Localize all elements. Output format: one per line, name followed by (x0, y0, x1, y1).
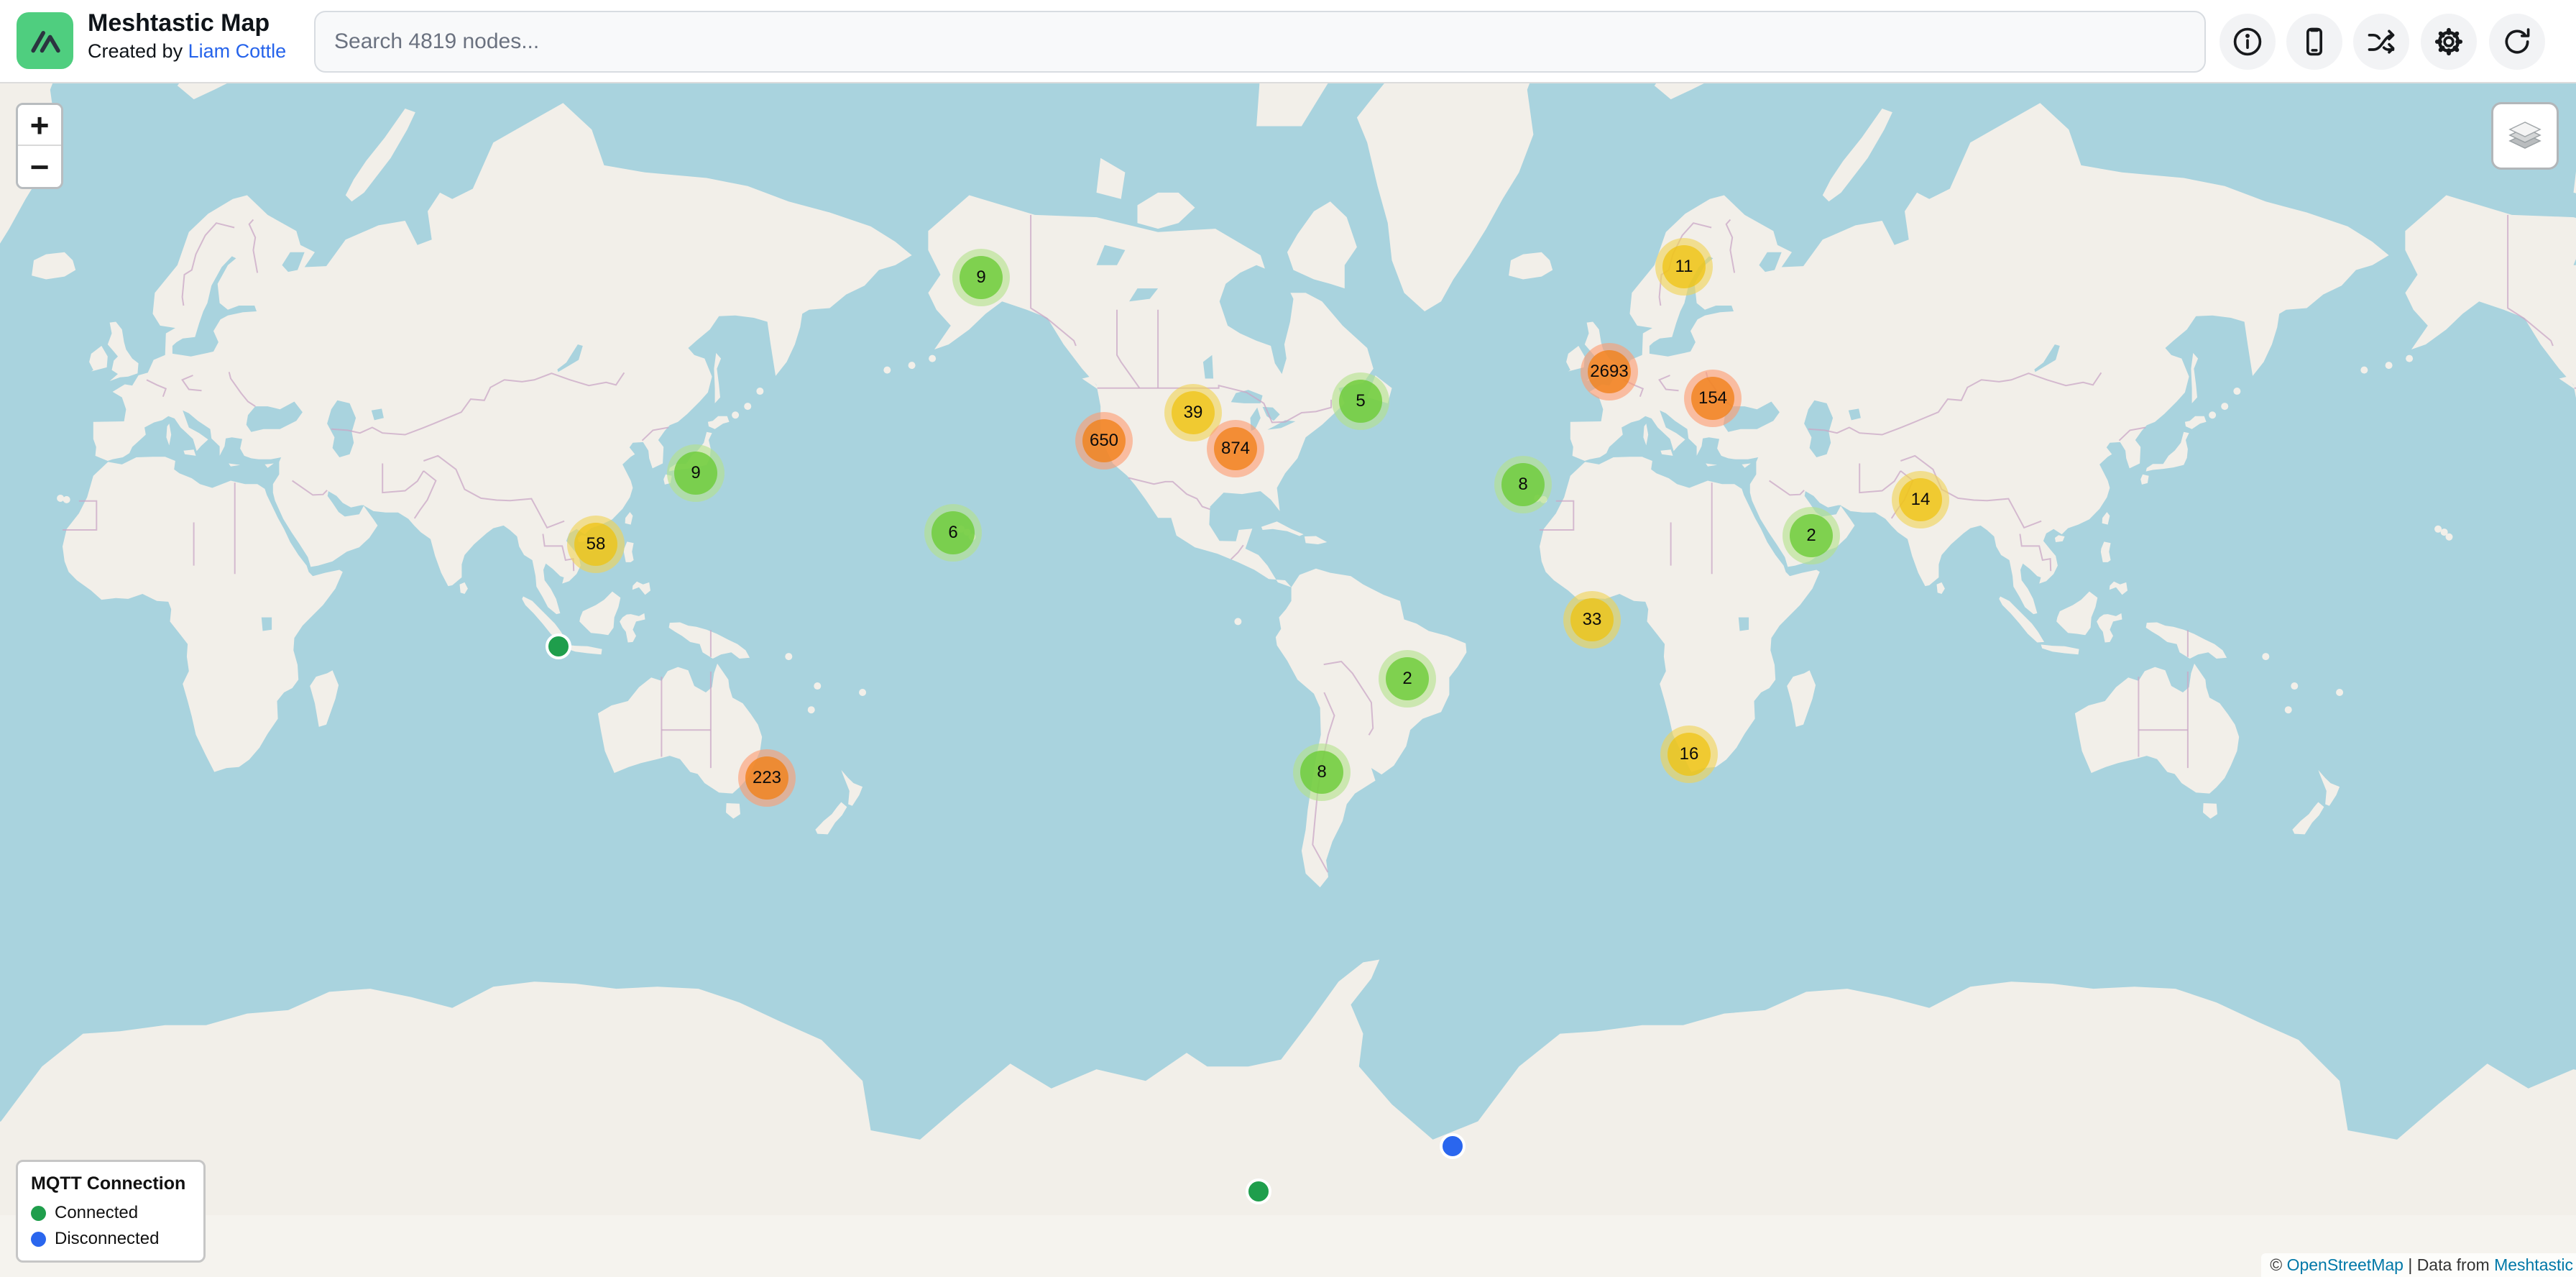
legend-label: Disconnected (55, 1229, 159, 1249)
cluster-count: 9 (674, 452, 717, 495)
cluster-count: 650 (1082, 419, 1126, 462)
settings-button[interactable] (2421, 14, 2477, 70)
gear-icon (2433, 26, 2465, 58)
search-input[interactable] (314, 11, 2206, 73)
cluster-marker[interactable]: 5 (1332, 372, 1389, 430)
layers-control-button[interactable] (2491, 102, 2559, 170)
cluster-marker[interactable]: 9 (667, 444, 724, 502)
byline: Created by Liam Cottle (88, 40, 286, 63)
map-attribution: © OpenStreetMap | Data from Meshtastic (2261, 1253, 2576, 1277)
cluster-count: 6 (932, 511, 975, 554)
legend-dot-icon (31, 1232, 46, 1247)
mobile-app-button[interactable] (2286, 14, 2342, 70)
cluster-marker[interactable]: 6 (924, 504, 982, 562)
byline-prefix: Created by (88, 40, 188, 62)
legend-dot-icon (31, 1206, 46, 1221)
openstreetmap-link[interactable]: OpenStreetMap (2287, 1255, 2404, 1274)
cluster-marker[interactable]: 11 (1655, 238, 1713, 296)
mqtt-connection-legend: MQTT Connection Connected Disconnected (16, 1160, 206, 1263)
legend-title: MQTT Connection (31, 1173, 190, 1194)
cluster-count: 14 (1899, 478, 1942, 521)
cluster-marker[interactable]: 2 (1782, 507, 1840, 564)
world-map[interactable]: 9 39 650 874 5 11 2693 154 8 2 14 9 58 6 33 2 8 16 223 + −… (0, 82, 2576, 1277)
cluster-marker[interactable]: 8 (1494, 456, 1552, 513)
shuffle-icon (2365, 26, 2397, 58)
node-marker-disconnected[interactable] (1440, 1133, 1466, 1159)
node-marker-connected[interactable] (1246, 1178, 1271, 1204)
top-bar: Meshtastic Map Created by Liam Cottle (0, 0, 2576, 83)
cluster-count: 2 (1386, 657, 1429, 700)
zoom-control: + − (16, 103, 63, 189)
cluster-count: 9 (960, 256, 1003, 299)
legend-item: Disconnected (31, 1229, 190, 1249)
refresh-button[interactable] (2489, 14, 2545, 70)
cluster-count: 33 (1570, 598, 1614, 641)
cluster-count: 11 (1662, 245, 1706, 288)
cluster-marker[interactable]: 650 (1075, 412, 1133, 470)
legend-label: Connected (55, 1203, 138, 1223)
cluster-marker[interactable]: 223 (738, 749, 796, 807)
copyright-text: © (2270, 1255, 2286, 1274)
cluster-marker[interactable]: 8 (1293, 743, 1351, 801)
info-icon (2232, 26, 2263, 58)
refresh-icon (2501, 26, 2533, 58)
cluster-count: 16 (1668, 733, 1711, 776)
cluster-count: 2 (1790, 514, 1833, 557)
title-block: Meshtastic Map Created by Liam Cottle (88, 9, 286, 63)
legend-item: Connected (31, 1203, 190, 1223)
phone-icon (2299, 26, 2330, 58)
cluster-marker[interactable]: 58 (567, 516, 625, 573)
author-link[interactable]: Liam Cottle (188, 40, 287, 62)
layers-icon (2506, 116, 2544, 155)
cluster-marker[interactable]: 16 (1660, 726, 1718, 783)
map-tiles (0, 82, 2576, 1277)
info-button[interactable] (2220, 14, 2276, 70)
cluster-count: 8 (1501, 463, 1545, 506)
cluster-marker[interactable]: 14 (1892, 471, 1949, 528)
cluster-count: 5 (1339, 380, 1382, 423)
meshtastic-logo-icon (17, 12, 73, 69)
cluster-marker[interactable]: 33 (1563, 591, 1621, 649)
cluster-marker[interactable]: 2 (1379, 650, 1436, 708)
random-node-button[interactable] (2353, 14, 2409, 70)
meshtastic-map-app: 9 39 650 874 5 11 2693 154 8 2 14 9 58 6 33 2 8 16 223 + −… (0, 0, 2576, 1277)
cluster-count: 58 (574, 523, 617, 566)
meshtastic-link[interactable]: Meshtastic (2494, 1255, 2573, 1274)
cluster-marker[interactable]: 2693 (1581, 343, 1638, 401)
attribution-separator: | Data from (2404, 1255, 2494, 1274)
cluster-count: 223 (745, 756, 788, 800)
cluster-marker[interactable]: 154 (1684, 370, 1742, 427)
cluster-marker[interactable]: 874 (1207, 420, 1264, 477)
node-marker-connected[interactable] (546, 633, 571, 659)
cluster-count: 2693 (1588, 350, 1631, 393)
zoom-out-button[interactable]: − (18, 146, 61, 187)
zoom-in-button[interactable]: + (18, 105, 61, 146)
cluster-marker[interactable]: 9 (952, 249, 1010, 306)
cluster-count: 154 (1691, 377, 1734, 420)
cluster-count: 8 (1300, 751, 1343, 794)
cluster-count: 39 (1172, 391, 1215, 434)
page-title: Meshtastic Map (88, 9, 286, 37)
cluster-count: 874 (1214, 427, 1257, 470)
